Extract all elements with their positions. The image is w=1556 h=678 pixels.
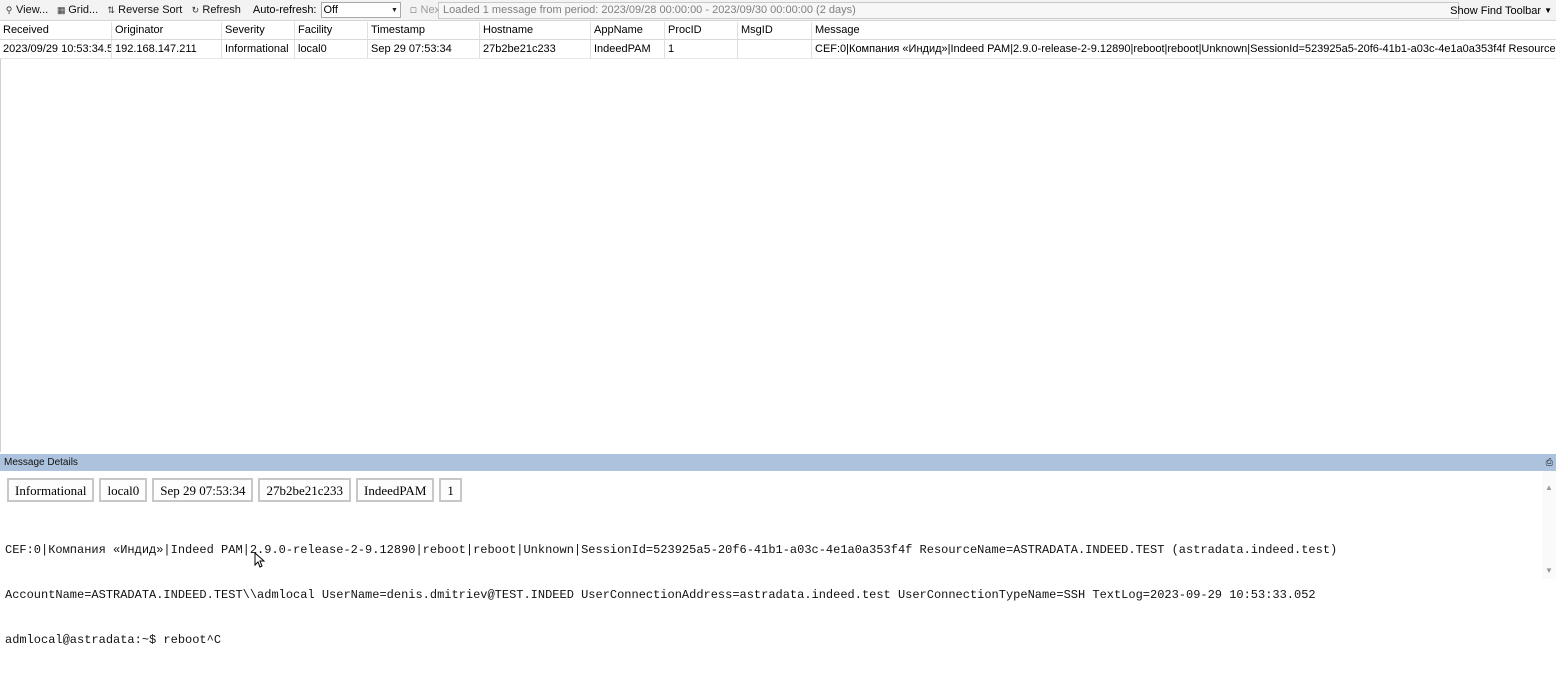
cell-received: 2023/09/29 10:53:34.535	[0, 40, 112, 58]
details-scrollbar[interactable]: ▲ ▼	[1542, 471, 1556, 579]
refresh-button[interactable]: ↻ Refresh	[186, 1, 245, 20]
scroll-up-icon[interactable]: ▲	[1545, 483, 1553, 492]
grid-button-label: Grid...	[68, 4, 99, 16]
cell-appname: IndeedPAM	[591, 40, 665, 58]
column-header-received[interactable]: Received	[0, 22, 112, 39]
column-header-facility[interactable]: Facility	[295, 22, 368, 39]
auto-refresh-value: Off	[323, 4, 338, 16]
magnifier-icon: ⚲	[5, 4, 13, 15]
facility-badge: local0	[99, 478, 148, 502]
view-button[interactable]: ⚲ View...	[0, 1, 52, 20]
cell-originator: 192.168.147.211	[112, 40, 222, 58]
column-header-message[interactable]: Message	[812, 22, 1556, 39]
scroll-down-icon[interactable]: ▼	[1545, 566, 1553, 575]
column-header-hostname[interactable]: Hostname	[480, 22, 591, 39]
cell-msgid	[738, 40, 812, 58]
cell-severity: Informational	[222, 40, 295, 58]
column-header-severity[interactable]: Severity	[222, 22, 295, 39]
mouse-cursor-icon	[254, 552, 265, 568]
status-text: Loaded 1 message from period: 2023/09/28…	[438, 2, 1459, 19]
cell-timestamp: Sep 29 07:53:34	[368, 40, 480, 58]
message-details-title-bar: Message Details ⎙	[0, 454, 1556, 471]
sort-arrows-icon: ⇅	[107, 4, 115, 15]
auto-refresh-label: Auto-refresh:	[252, 4, 317, 16]
pin-icon[interactable]: ⎙	[1546, 454, 1553, 471]
message-line: CEF:0|Компания «Индид»|Indeed PAM|2.9.0-…	[5, 543, 1338, 557]
timestamp-badge: Sep 29 07:53:34	[152, 478, 254, 502]
cell-hostname: 27b2be21c233	[480, 40, 591, 58]
refresh-label: Refresh	[202, 4, 241, 16]
next-page-icon: □	[410, 5, 417, 15]
cell-facility: local0	[295, 40, 368, 58]
hostname-badge: 27b2be21c233	[258, 478, 352, 502]
message-line: AccountName=ASTRADATA.INDEED.TEST\\admlo…	[5, 588, 1316, 602]
auto-refresh-select[interactable]: Off ▼	[320, 2, 401, 18]
dropdown-arrow-icon: ▼	[391, 6, 398, 14]
triangle-down-icon: ▼	[1544, 6, 1552, 15]
message-line: admlocal@astradata:~$ reboot^C	[5, 633, 222, 647]
message-details-title: Message Details	[4, 457, 78, 468]
procid-badge: 1	[439, 478, 462, 502]
table-row[interactable]: 2023/09/29 10:53:34.535 192.168.147.211 …	[0, 40, 1556, 59]
column-header-msgid[interactable]: MsgID	[738, 22, 812, 39]
grid-border	[0, 22, 1, 452]
show-find-toolbar-label: Show Find Toolbar	[1450, 4, 1542, 17]
column-header-appname[interactable]: AppName	[591, 22, 665, 39]
grid-icon: ▦	[56, 4, 66, 15]
message-body[interactable]: CEF:0|Компания «Индид»|Indeed PAM|2.9.0-…	[5, 513, 1535, 678]
grid-header: Received Originator Severity Facility Ti…	[0, 22, 1556, 40]
refresh-icon: ↻	[191, 4, 200, 15]
message-grid[interactable]: Received Originator Severity Facility Ti…	[0, 22, 1556, 452]
column-header-timestamp[interactable]: Timestamp	[368, 22, 480, 39]
grid-button[interactable]: ▦ Grid...	[52, 1, 102, 20]
column-header-procid[interactable]: ProcID	[665, 22, 738, 39]
reverse-sort-label: Reverse Sort	[118, 4, 183, 16]
severity-badge: Informational	[7, 478, 95, 502]
view-button-label: View...	[16, 4, 49, 16]
show-find-toolbar-button[interactable]: Show Find Toolbar ▼	[1450, 0, 1552, 21]
appname-badge: IndeedPAM	[356, 478, 435, 502]
message-details-panel: Informational local0 Sep 29 07:53:34 27b…	[0, 471, 1556, 647]
cell-message: CEF:0|Компания «Индид»|Indeed PAM|2.9.0-…	[815, 43, 1556, 55]
detail-badges: Informational local0 Sep 29 07:53:34 27b…	[7, 478, 467, 502]
reverse-sort-button[interactable]: ⇅ Reverse Sort	[102, 1, 186, 20]
column-header-originator[interactable]: Originator	[112, 22, 222, 39]
cell-procid: 1	[665, 40, 738, 58]
